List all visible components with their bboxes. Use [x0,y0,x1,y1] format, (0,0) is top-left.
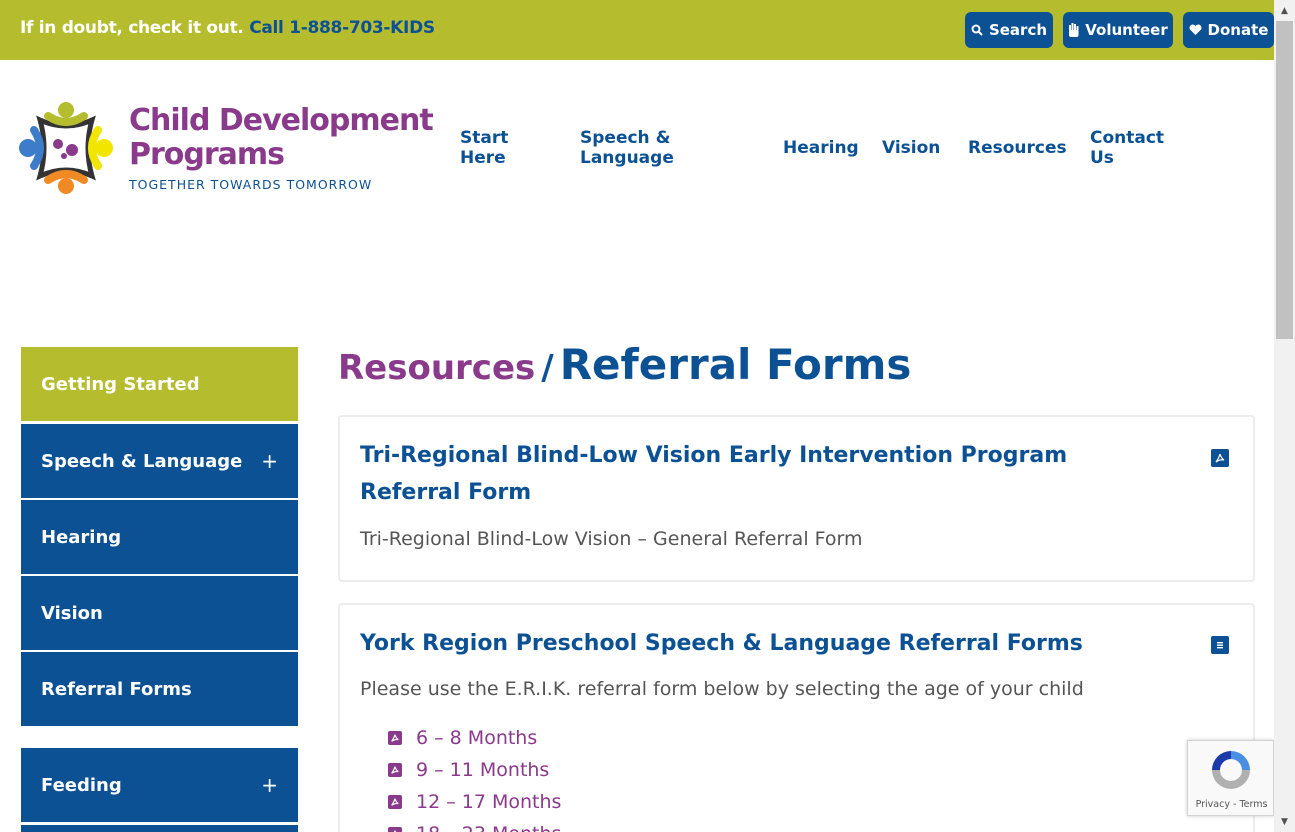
logo-name-line1: Child Development [129,103,434,138]
sidebar-item-label: Hearing [41,526,122,548]
nav-hearing[interactable]: Hearing [783,138,859,158]
nav-start-here[interactable]: Start Here [460,128,540,168]
recaptcha-links: Privacy - Terms [1188,799,1275,810]
nav-speech-language[interactable]: Speech & Language [580,128,690,168]
sidebar-item-speech-language[interactable]: Speech & Language + [21,424,298,498]
form-link-label: 9 – 11 Months [416,759,550,781]
page-title: Resources / Referral Forms [338,340,911,389]
list-item[interactable]: 6 – 8 Months [388,727,537,749]
recaptcha-badge[interactable]: Privacy - Terms [1187,740,1274,816]
search-icon [971,24,983,36]
card-title[interactable]: York Region Preschool Speech & Language … [360,625,1160,662]
sidebar-item-hearing[interactable]: Hearing [21,500,298,574]
scrollbar[interactable]: ▲ ▼ [1274,0,1295,832]
form-link-label: 12 – 17 Months [416,791,562,813]
recaptcha-terms-link[interactable]: Terms [1239,799,1267,810]
top-bar: If in doubt, check it out. Call 1-888-70… [0,0,1274,60]
document-icon[interactable] [1211,636,1229,654]
phone-link[interactable]: Call 1-888-703-KIDS [249,18,435,38]
hand-icon [1068,23,1079,37]
referral-card: Tri-Regional Blind-Low Vision Early Inte… [338,415,1255,582]
list-item[interactable]: 9 – 11 Months [388,759,549,781]
card-title[interactable]: Tri-Regional Blind-Low Vision Early Inte… [360,437,1140,511]
sidebar-item-referral-forms[interactable]: Referral Forms [21,652,298,726]
nav-resources[interactable]: Resources [968,138,1067,158]
sidebar-item-label: Vision [41,602,103,624]
scrollbar-thumb[interactable] [1276,21,1293,339]
recaptcha-icon [1212,751,1250,789]
pdf-icon [388,827,402,832]
heart-icon [1189,24,1202,36]
list-item[interactable]: 18 – 23 Months [388,823,561,832]
breadcrumb-separator: / [541,348,554,388]
sidebar-item-label: Feeding [41,774,122,796]
form-link-label: 6 – 8 Months [416,727,538,749]
logo-tagline: TOGETHER TOWARDS TOMORROW [129,177,373,192]
site-logo[interactable]: Child Development Programs TOGETHER TOWA… [18,100,434,200]
logo-mark-icon [19,102,113,194]
sidebar-item-label: Getting Started [41,373,200,395]
pdf-icon [388,763,402,777]
volunteer-button-label: Volunteer [1085,21,1168,39]
pdf-icon [388,795,402,809]
list-item[interactable]: 12 – 17 Months [388,791,561,813]
referral-card: York Region Preschool Speech & Language … [338,603,1255,832]
scroll-down-arrow-icon[interactable]: ▼ [1274,811,1295,832]
search-button-label: Search [988,21,1048,39]
search-button[interactable]: Search [965,12,1053,48]
logo-name-line2: Programs [129,137,285,172]
expand-plus-icon[interactable]: + [261,449,278,473]
pdf-icon[interactable] [1211,449,1229,467]
page-title-text: Referral Forms [559,340,912,389]
sidebar-item-feeding[interactable]: Feeding + [21,748,298,822]
nav-contact-us[interactable]: Contact Us [1090,128,1170,168]
volunteer-button[interactable]: Volunteer [1063,12,1173,48]
sidebar-item-vision[interactable]: Vision [21,576,298,650]
sidebar-item-label: Referral Forms [41,678,192,700]
card-description: Please use the E.R.I.K. referral form be… [360,678,1084,700]
form-link-label: 18 – 23 Months [416,823,561,832]
sidebar-item-getting-started[interactable]: Getting Started [21,347,298,421]
sidebar-item-label: Speech & Language [41,450,243,472]
page: If in doubt, check it out. Call 1-888-70… [0,0,1295,832]
breadcrumb-resources[interactable]: Resources [338,348,535,388]
donate-button-label: Donate [1207,21,1269,39]
card-description: Tri-Regional Blind-Low Vision – General … [360,528,863,550]
recaptcha-privacy-link[interactable]: Privacy [1196,799,1230,810]
donate-button[interactable]: Donate [1183,12,1274,48]
scroll-up-arrow-icon[interactable]: ▲ [1274,0,1295,21]
expand-plus-icon[interactable]: + [261,773,278,797]
tagline: If in doubt, check it out. Call 1-888-70… [20,18,435,38]
pdf-icon [388,731,402,745]
nav-vision[interactable]: Vision [882,138,940,158]
sidebar-item-next[interactable] [21,825,298,832]
tagline-text: If in doubt, check it out. [20,18,244,38]
